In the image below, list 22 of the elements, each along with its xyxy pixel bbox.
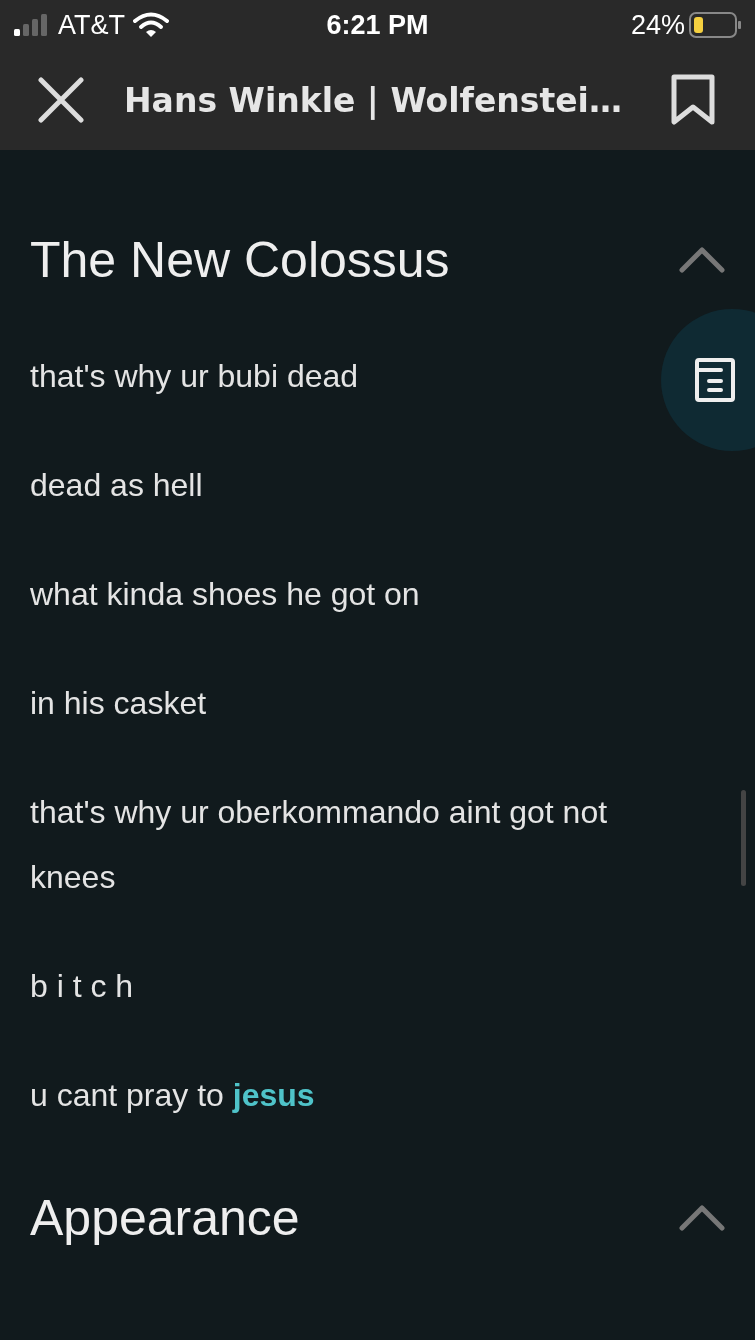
close-button[interactable] [38,77,84,123]
collapse-button[interactable] [679,247,725,273]
document-icon [695,358,735,402]
lyric-line: u cant pray to jesus [30,1076,316,1115]
lyric-line: what kinda shoes he got on [30,575,421,614]
wiki-link[interactable]: jesus [232,1077,315,1113]
lyric-line: dead as hell [30,466,204,505]
clock-time: 6:21 PM [326,9,429,41]
lyric-line: that's why ur bubi dead [30,357,360,396]
signal-icon [14,14,50,36]
wifi-icon [133,12,169,38]
lyric-line: that's why ur oberkommando aint got not knees [30,793,609,897]
section-heading: The New Colossus [30,231,450,290]
battery-icon [689,12,741,38]
lyric-line: in his casket [30,684,208,723]
page-title: Hans Winkle | Wolfenstei… [124,80,623,120]
carrier-name: AT&T [58,9,125,41]
battery-percent: 24% [630,9,685,41]
bookmark-button[interactable] [671,74,715,126]
collapse-button[interactable] [679,1205,725,1231]
section-heading: Appearance [30,1189,300,1248]
lyric-line: b i t c h [30,967,135,1006]
